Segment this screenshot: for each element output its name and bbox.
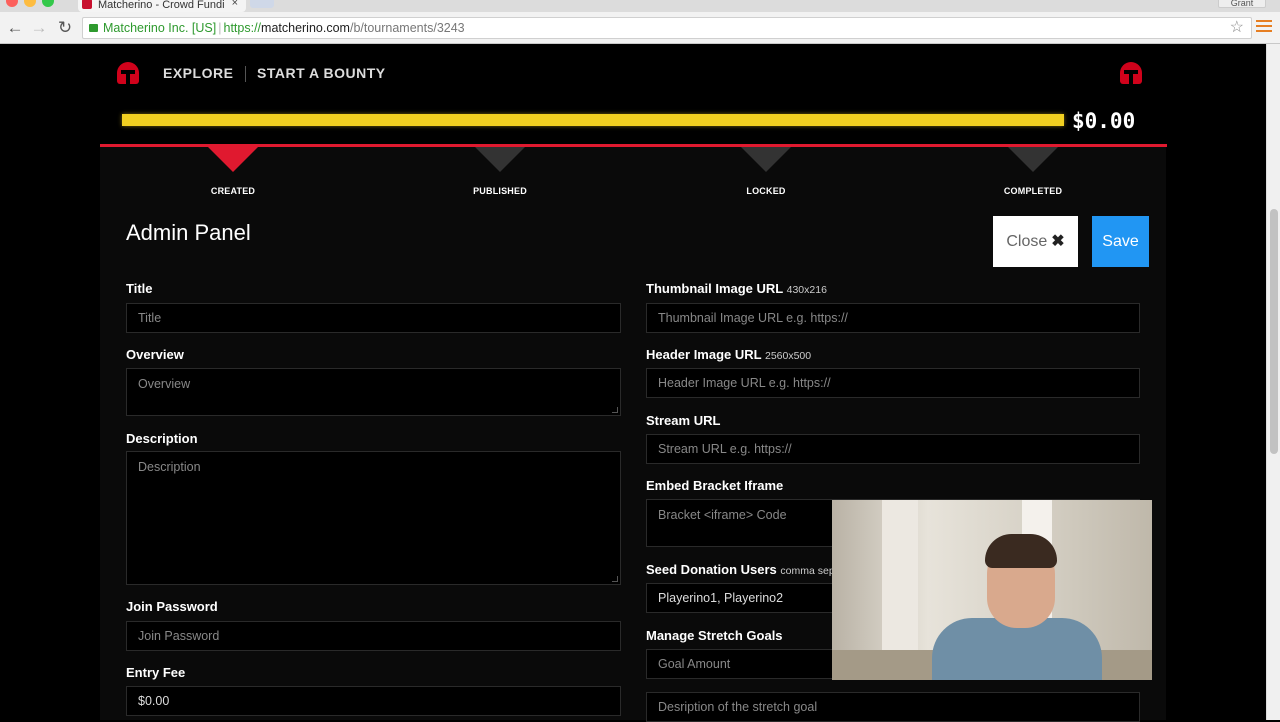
page-scrollbar[interactable] — [1266, 44, 1280, 720]
forward-arrow-icon[interactable]: → — [28, 17, 50, 39]
step-created: CREATED — [173, 146, 293, 196]
resize-grip-icon[interactable] — [612, 576, 618, 582]
page-title: Admin Panel — [126, 220, 251, 245]
overview-label: Overview — [126, 347, 184, 362]
step-label: COMPLETED — [1003, 186, 1063, 196]
close-button[interactable]: Close ✖ — [993, 216, 1078, 267]
join-password-input[interactable]: Join Password — [126, 621, 621, 651]
overview-textarea[interactable]: Overview — [126, 368, 621, 416]
step-completed: COMPLETED — [973, 146, 1093, 196]
address-bar[interactable]: Matcherino Inc. [US] | https://matcherino.… — [82, 17, 1252, 39]
nav-divider — [245, 66, 246, 82]
browser-tabstrip: Matcherino - Crowd Fundi × Grant — [0, 0, 1280, 12]
title-label: Title — [126, 281, 153, 296]
description-textarea[interactable]: Description — [126, 451, 621, 585]
header-size-hint: 2560x500 — [764, 350, 812, 362]
step-label: LOCKED — [746, 186, 786, 196]
maximize-window-icon[interactable] — [42, 0, 54, 7]
close-button-label: Close — [1006, 233, 1048, 250]
goal-description-input[interactable]: Desription of the stretch goal — [646, 692, 1140, 722]
step-marker-icon — [207, 146, 259, 172]
save-button[interactable]: Save — [1092, 216, 1149, 267]
user-helmet-icon[interactable] — [1120, 62, 1142, 90]
entry-fee-input[interactable]: $0.00 — [126, 686, 621, 716]
nav-start-bounty-link[interactable]: START A BOUNTY — [257, 65, 386, 81]
thumbnail-size-hint: 430x216 — [786, 284, 827, 296]
window-controls — [6, 0, 60, 12]
tab-close-icon[interactable]: × — [232, 0, 238, 9]
stream-url-input[interactable]: Stream URL e.g. https:// — [646, 434, 1140, 464]
nav-explore-link[interactable]: EXPLORE — [163, 65, 233, 81]
reload-icon[interactable]: ↻ — [54, 17, 76, 39]
new-tab-button[interactable] — [250, 0, 274, 8]
funding-progress-bar — [122, 114, 1064, 126]
header-url-label-text: Header Image URL — [646, 347, 762, 362]
step-marker-icon — [1007, 146, 1059, 172]
title-input[interactable]: Title — [126, 303, 621, 333]
overview-placeholder: Overview — [138, 377, 191, 391]
resize-grip-icon[interactable] — [612, 407, 618, 413]
scrollbar-thumb[interactable] — [1270, 209, 1278, 454]
funding-amount: $0.00 — [1072, 109, 1136, 133]
step-label: PUBLISHED — [473, 186, 527, 196]
stretch-goals-label: Manage Stretch Goals — [646, 628, 783, 643]
step-published: PUBLISHED — [440, 146, 560, 196]
join-password-label: Join Password — [126, 599, 218, 614]
thumbnail-url-label-text: Thumbnail Image URL — [646, 281, 783, 296]
profile-button[interactable]: Grant — [1218, 0, 1266, 8]
description-placeholder: Description — [138, 460, 201, 474]
lock-icon — [89, 23, 98, 32]
thumbnail-url-label: Thumbnail Image URL 430x216 — [646, 281, 827, 296]
step-label: CREATED — [210, 186, 256, 196]
header-url-label: Header Image URL 2560x500 — [646, 347, 811, 362]
url-path: /b/tournaments/3243 — [349, 21, 465, 35]
url-separator: | — [218, 21, 222, 35]
step-marker-icon — [740, 146, 792, 172]
close-window-icon[interactable] — [6, 0, 18, 7]
stream-url-label: Stream URL — [646, 413, 721, 428]
embed-bracket-placeholder: Bracket <iframe> Code — [658, 508, 787, 522]
site-header: EXPLORE START A BOUNTY $0.00 — [0, 44, 1266, 146]
matcherino-logo-icon[interactable] — [117, 62, 139, 90]
embed-bracket-label: Embed Bracket Iframe — [646, 478, 784, 493]
url-scheme: https:// — [223, 21, 262, 35]
tab-title: Matcherino - Crowd Fundi — [98, 0, 225, 11]
back-arrow-icon[interactable]: ← — [4, 17, 26, 39]
description-label: Description — [126, 431, 198, 446]
seed-donation-label: Seed Donation Users comma sepa — [646, 562, 841, 577]
minimize-window-icon[interactable] — [24, 0, 36, 7]
entry-fee-label: Entry Fee — [126, 665, 186, 680]
browser-menu-icon[interactable] — [1256, 17, 1272, 35]
close-icon: ✖ — [1051, 233, 1065, 250]
header-url-input[interactable]: Header Image URL e.g. https:// — [646, 368, 1140, 398]
matcherino-favicon-icon — [82, 0, 92, 9]
thumbnail-url-input[interactable]: Thumbnail Image URL e.g. https:// — [646, 303, 1140, 333]
step-locked: LOCKED — [706, 146, 826, 196]
webcam-video-overlay — [832, 500, 1152, 680]
progress-divider-line — [100, 144, 1167, 147]
bookmark-star-icon[interactable]: ☆ — [1230, 17, 1244, 37]
browser-toolbar: ← → ↻ Matcherino Inc. [US] | https://match… — [0, 12, 1280, 44]
step-marker-icon — [474, 146, 526, 172]
ev-certificate-label: Matcherino Inc. [US] — [103, 21, 217, 35]
browser-tab[interactable]: Matcherino - Crowd Fundi × — [78, 0, 246, 12]
url-host: matcherino.com — [261, 21, 350, 35]
seed-donation-label-text: Seed Donation Users — [646, 562, 777, 577]
